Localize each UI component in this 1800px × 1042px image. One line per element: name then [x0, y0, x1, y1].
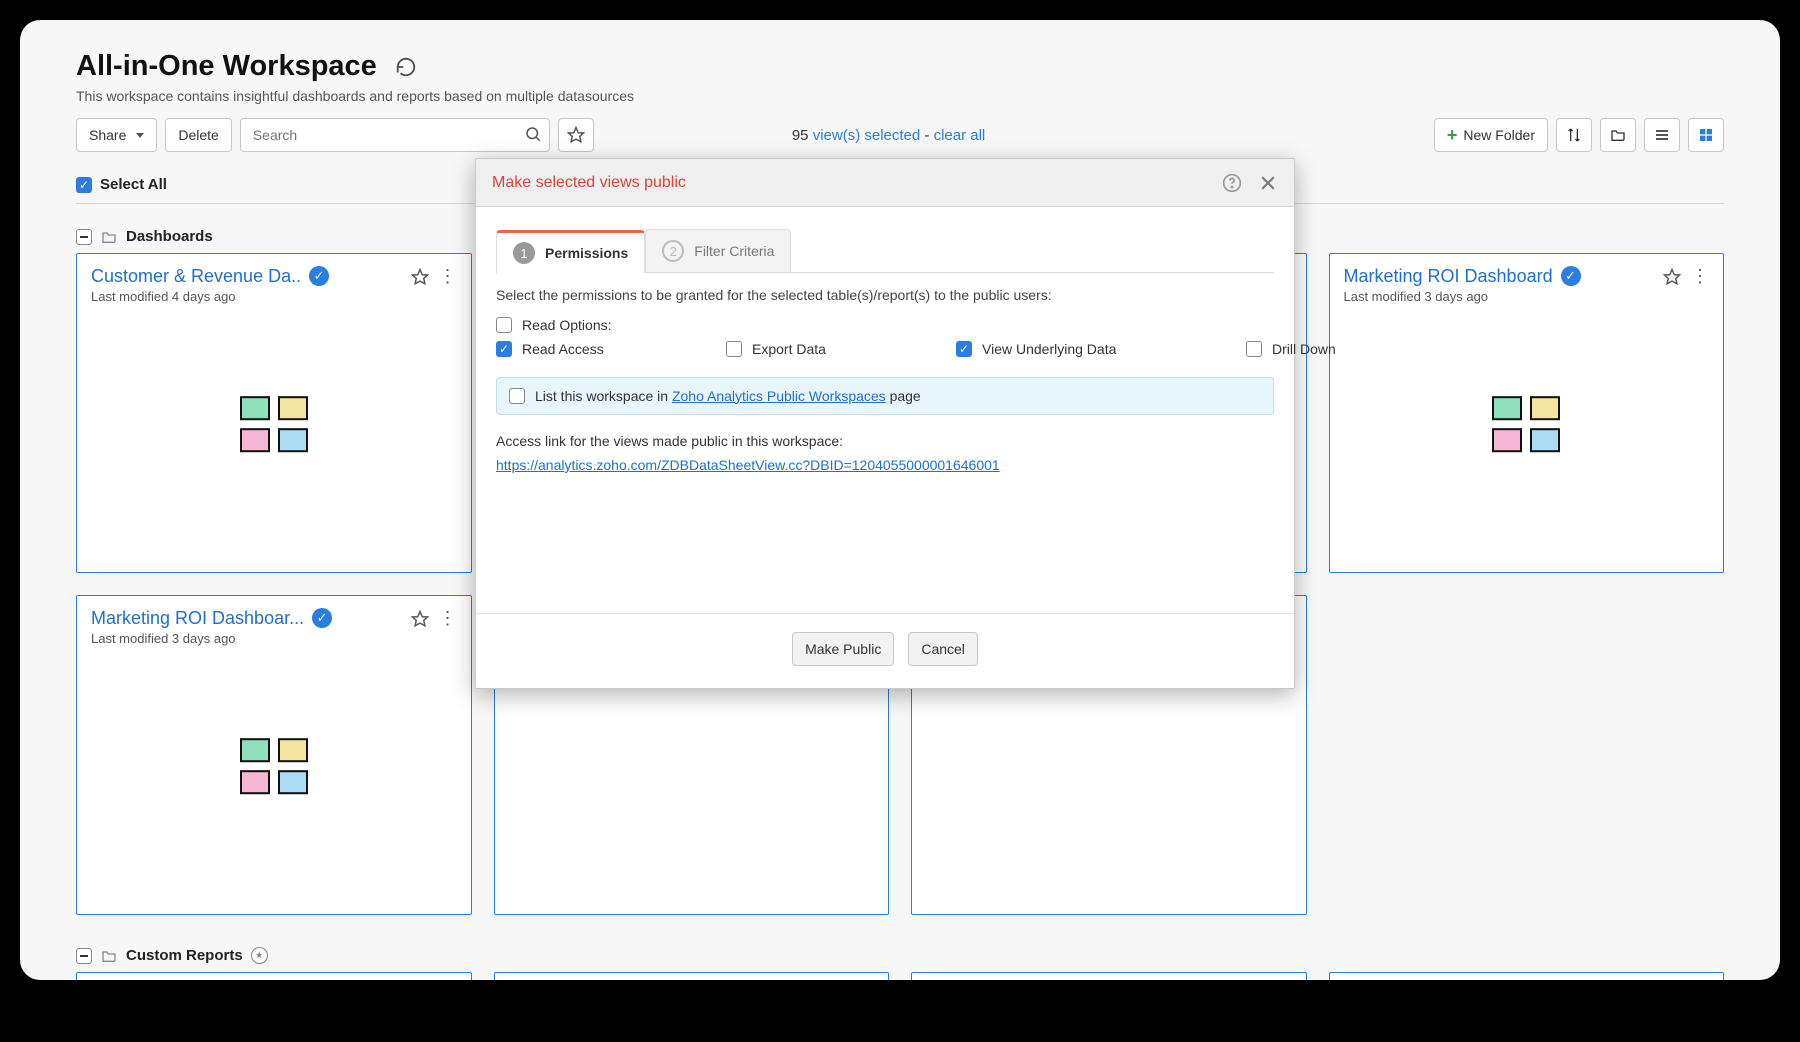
read-options-checkbox[interactable]	[496, 317, 512, 333]
report-card[interactable]	[1329, 972, 1725, 980]
plus-icon: +	[1447, 129, 1458, 141]
app-window: All-in-One Workspace This workspace cont…	[20, 20, 1780, 980]
public-workspaces-link[interactable]: Zoho Analytics Public Workspaces	[672, 388, 886, 404]
card-title[interactable]: Customer & Revenue Da..	[91, 266, 301, 287]
access-link[interactable]: https://analytics.zoho.com/ZDBDataSheetV…	[496, 457, 1000, 473]
page-title: All-in-One Workspace	[76, 50, 377, 83]
report-card[interactable]	[911, 972, 1307, 980]
dashboards-label: Dashboards	[126, 228, 213, 245]
more-icon[interactable]: ⋮	[1691, 266, 1709, 287]
dashboard-card[interactable]: Marketing ROI Dashboar... Last modified …	[76, 595, 472, 915]
chevron-down-icon	[136, 133, 144, 138]
list-view-button[interactable]	[1644, 118, 1680, 152]
new-folder-button[interactable]: + New Folder	[1434, 118, 1548, 152]
verified-badge-icon: ✓	[312, 608, 332, 628]
grid-view-button[interactable]	[1688, 118, 1724, 152]
card-modified: Last modified 3 days ago	[91, 631, 304, 646]
favorite-button[interactable]	[558, 118, 594, 152]
permissions-intro: Select the permissions to be granted for…	[496, 287, 1274, 303]
star-icon[interactable]	[411, 268, 429, 286]
folder-icon	[100, 948, 118, 964]
list-workspace-checkbox[interactable]	[509, 388, 525, 404]
more-icon[interactable]: ⋮	[439, 608, 457, 629]
export-data-label: Export Data	[752, 341, 826, 357]
card-modified: Last modified 3 days ago	[1344, 289, 1553, 304]
help-icon[interactable]	[1222, 173, 1242, 193]
report-card[interactable]	[76, 972, 472, 980]
dashboard-card[interactable]: Marketing ROI Dashboard Last modified 3 …	[1329, 253, 1725, 573]
custom-reports-label: Custom Reports	[126, 947, 243, 964]
tab-permissions-label: Permissions	[545, 245, 628, 261]
new-folder-label: New Folder	[1463, 127, 1535, 143]
dashboard-thumbnail	[240, 396, 308, 452]
make-public-button[interactable]: Make Public	[792, 632, 894, 666]
report-card[interactable]	[494, 972, 890, 980]
share-label: Share	[89, 127, 126, 143]
drill-down-checkbox[interactable]	[1246, 341, 1262, 357]
clear-all-link[interactable]: clear all	[934, 127, 986, 144]
tab-permissions[interactable]: 1 Permissions	[496, 230, 645, 273]
sort-button[interactable]	[1556, 118, 1592, 152]
select-all-label: Select All	[100, 176, 167, 193]
verified-badge-icon: ✓	[309, 266, 329, 286]
close-icon[interactable]	[1258, 173, 1278, 193]
collapse-reports-toggle[interactable]	[76, 948, 92, 964]
verified-badge-icon: ✓	[1561, 266, 1581, 286]
select-all-checkbox[interactable]	[76, 177, 92, 193]
tab-filter-label: Filter Criteria	[694, 243, 774, 259]
step-1-icon: 1	[513, 242, 535, 264]
tab-filter-criteria[interactable]: 2 Filter Criteria	[645, 229, 791, 272]
read-options-label: Read Options:	[522, 317, 612, 333]
dashboard-thumbnail	[1492, 396, 1560, 452]
more-icon[interactable]: ⋮	[439, 266, 457, 287]
read-access-label: Read Access	[522, 341, 604, 357]
drill-down-label: Drill Down	[1272, 341, 1336, 357]
dashboard-thumbnail	[240, 738, 308, 794]
selection-summary: 95 view(s) selected - clear all	[792, 127, 985, 144]
card-title[interactable]: Marketing ROI Dashboard	[1344, 266, 1553, 287]
share-button[interactable]: Share	[76, 118, 157, 152]
selection-count: 95	[792, 127, 809, 144]
step-2-icon: 2	[662, 240, 684, 262]
read-access-checkbox[interactable]	[496, 341, 512, 357]
search-input[interactable]	[240, 118, 550, 152]
page-subtitle: This workspace contains insightful dashb…	[76, 88, 1724, 104]
refresh-icon[interactable]	[395, 56, 417, 78]
folder-view-button[interactable]	[1600, 118, 1636, 152]
star-icon[interactable]	[1663, 268, 1681, 286]
folder-icon	[100, 229, 118, 245]
view-underlying-checkbox[interactable]	[956, 341, 972, 357]
card-title[interactable]: Marketing ROI Dashboar...	[91, 608, 304, 629]
favorite-section-icon[interactable]	[251, 947, 268, 964]
dialog-title: Make selected views public	[492, 174, 686, 192]
cancel-button[interactable]: Cancel	[908, 632, 978, 666]
dashboard-card[interactable]: Customer & Revenue Da.. Last modified 4 …	[76, 253, 472, 573]
callout-text: List this workspace in Zoho Analytics Pu…	[535, 388, 921, 404]
views-selected-link[interactable]: view(s) selected	[813, 127, 921, 144]
card-modified: Last modified 4 days ago	[91, 289, 301, 304]
access-link-label: Access link for the views made public in…	[496, 433, 1274, 449]
view-underlying-label: View Underlying Data	[982, 341, 1116, 357]
collapse-dashboards-toggle[interactable]	[76, 229, 92, 245]
star-icon[interactable]	[411, 610, 429, 628]
make-public-dialog: Make selected views public 1 Permissions…	[475, 158, 1295, 689]
delete-button[interactable]: Delete	[165, 118, 231, 152]
export-data-checkbox[interactable]	[726, 341, 742, 357]
